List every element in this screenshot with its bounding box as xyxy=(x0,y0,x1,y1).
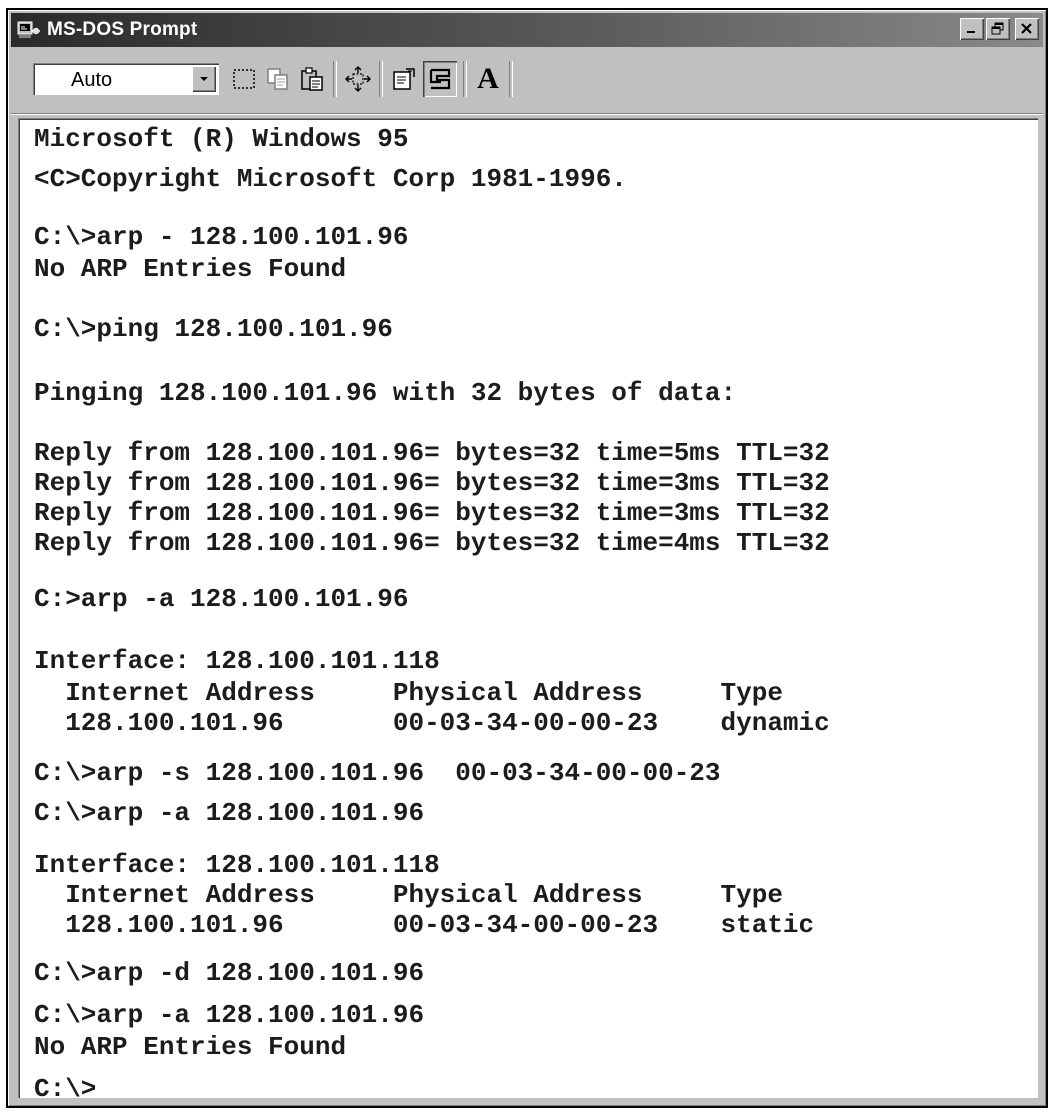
dropdown-button[interactable] xyxy=(192,66,216,92)
console-output[interactable]: Microsoft (R) Windows 95 <C>Copyright Mi… xyxy=(18,118,1038,1098)
toolbar-separator xyxy=(509,61,513,97)
console-line: C:\>ping 128.100.101.96 xyxy=(34,314,393,344)
console-line: C:\>arp -a 128.100.101.96 xyxy=(34,1000,425,1030)
copy-button[interactable] xyxy=(261,61,295,97)
mark-button[interactable] xyxy=(227,61,261,97)
close-button[interactable] xyxy=(1015,18,1039,40)
font-button[interactable]: A xyxy=(471,61,505,97)
console-line: 128.100.101.96 00-03-34-00-00-23 static xyxy=(34,910,815,940)
console-line: 128.100.101.96 00-03-34-00-00-23 dynamic xyxy=(34,708,830,738)
minimize-icon xyxy=(967,31,975,33)
title-bar[interactable]: MS-DOS Prompt xyxy=(11,13,1043,47)
full-screen-icon xyxy=(345,66,371,92)
console-line: Internet Address Physical Address Type xyxy=(34,880,783,910)
window-title: MS-DOS Prompt xyxy=(47,19,198,40)
console-line: Reply from 128.100.101.96= bytes=32 time… xyxy=(34,438,830,468)
toolbar-separator xyxy=(463,61,467,97)
console-line: C:\>arp -s 128.100.101.96 00-03-34-00-00… xyxy=(34,758,721,788)
restore-button[interactable] xyxy=(986,18,1010,40)
console-line: Reply from 128.100.101.96= bytes=32 time… xyxy=(34,528,830,558)
console-line: No ARP Entries Found xyxy=(34,1032,347,1062)
full-screen-button[interactable] xyxy=(341,61,375,97)
restore-icon xyxy=(991,22,1004,35)
mark-icon xyxy=(233,69,255,89)
console-line: Reply from 128.100.101.96= bytes=32 time… xyxy=(34,468,830,498)
console-line: C:>arp -a 128.100.101.96 xyxy=(34,584,409,614)
console-line: No ARP Entries Found xyxy=(34,254,347,284)
console-line: Microsoft (R) Windows 95 xyxy=(34,124,409,154)
properties-icon xyxy=(393,68,415,90)
copy-icon xyxy=(267,68,288,90)
font-size-select[interactable]: Auto xyxy=(33,63,219,95)
ms-dos-window: MS-DOS Prompt Auto A Microsoft (R) Windo… xyxy=(6,8,1048,1108)
toolbar-separator xyxy=(333,61,337,97)
font-icon: A xyxy=(477,62,499,95)
properties-button[interactable] xyxy=(387,61,421,97)
chevron-down-icon xyxy=(200,77,208,81)
close-icon xyxy=(1021,23,1032,34)
console-line: Interface: 128.100.101.118 xyxy=(34,850,440,880)
console-line: C:\>arp -d 128.100.101.96 xyxy=(34,958,425,988)
console-prompt: C:\> xyxy=(34,1074,97,1098)
background-button[interactable] xyxy=(423,61,457,97)
toolbar: Auto A xyxy=(11,49,1043,114)
paste-button[interactable] xyxy=(295,61,329,97)
console-line: Pinging 128.100.101.96 with 32 bytes of … xyxy=(34,378,737,408)
ms-dos-icon[interactable] xyxy=(17,19,41,41)
paste-icon xyxy=(301,67,323,91)
console-line: <C>Copyright Microsoft Corp 1981-1996. xyxy=(34,164,627,194)
console-line: Reply from 128.100.101.96= bytes=32 time… xyxy=(34,498,830,528)
background-icon xyxy=(429,68,451,90)
caption-buttons xyxy=(960,18,1039,40)
console-line: C:\>arp - 128.100.101.96 xyxy=(34,222,409,252)
minimize-button[interactable] xyxy=(960,18,984,40)
console-line: Internet Address Physical Address Type xyxy=(34,678,783,708)
console-line: C:\>arp -a 128.100.101.96 xyxy=(34,798,425,828)
toolbar-separator xyxy=(379,61,383,97)
console-line: Interface: 128.100.101.118 xyxy=(34,646,440,676)
font-size-value: Auto xyxy=(71,69,113,91)
